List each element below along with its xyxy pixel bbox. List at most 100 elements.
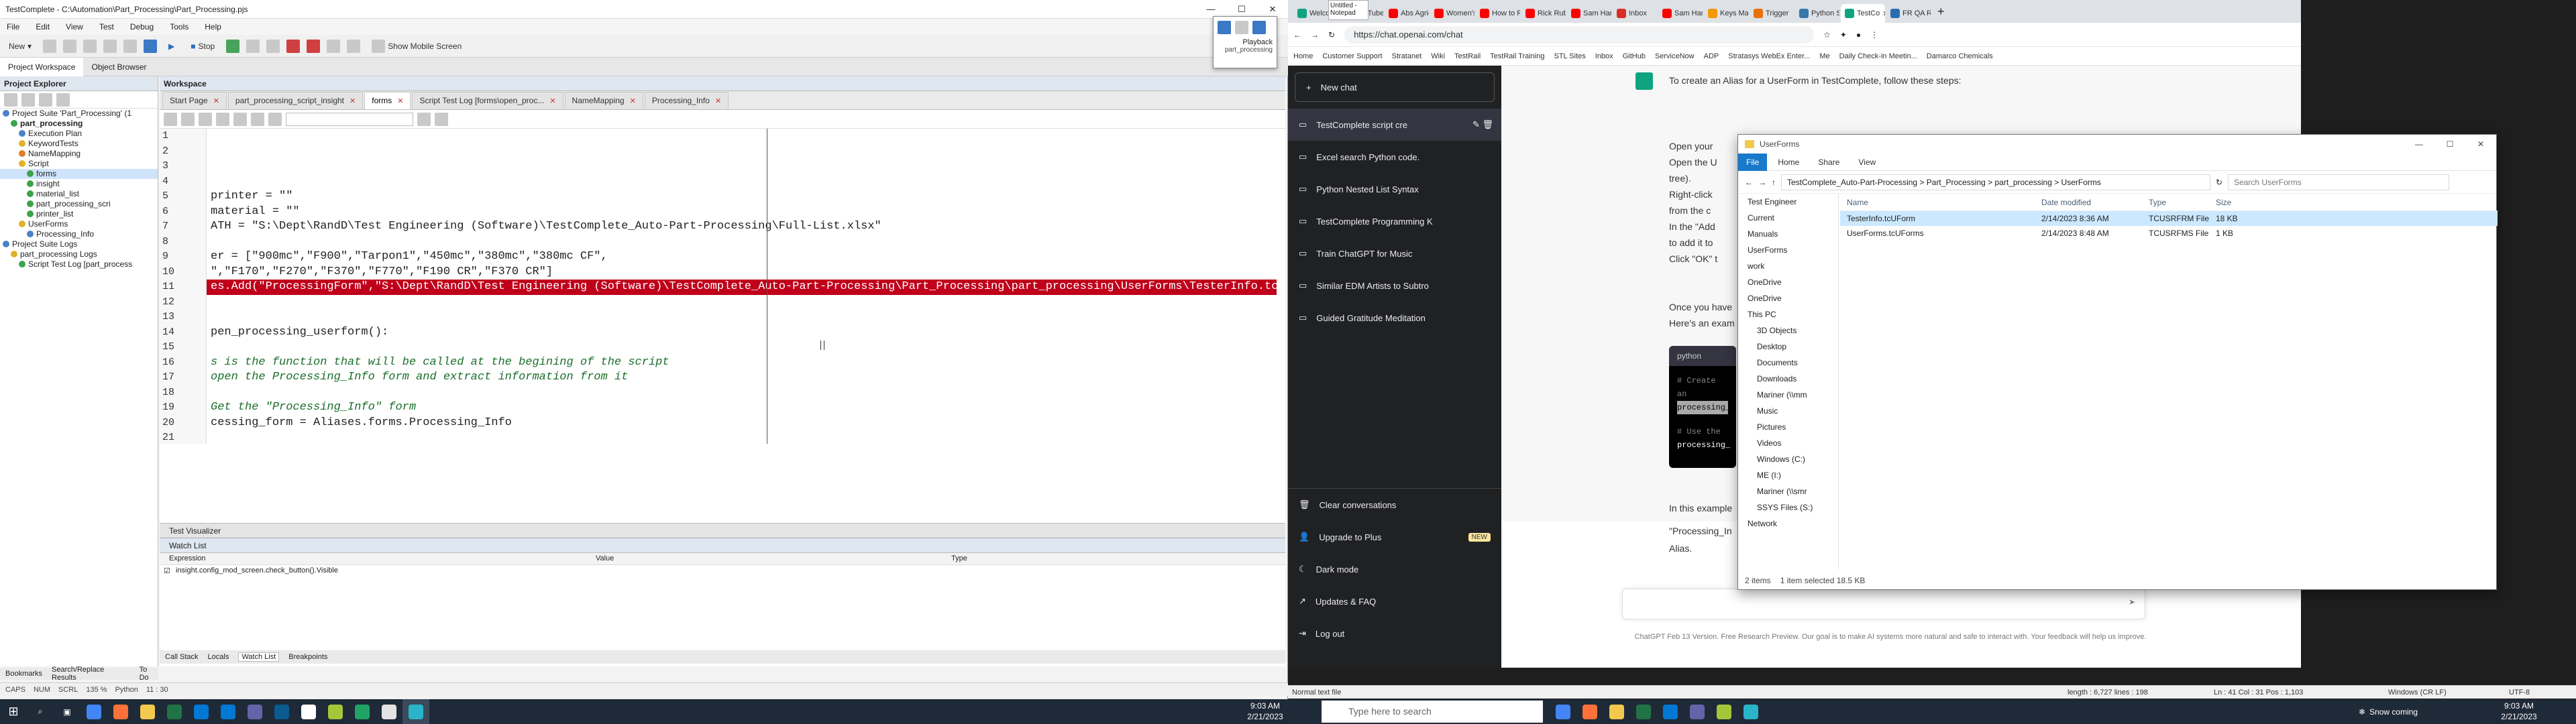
- nav-item[interactable]: Desktop: [1738, 339, 1838, 355]
- chat-history-item[interactable]: ▭ Python Nested List Syntax: [1288, 173, 1501, 205]
- menu-tools[interactable]: Tools: [167, 22, 191, 32]
- start-button[interactable]: ⊞: [0, 699, 27, 724]
- routine-dropdown[interactable]: [286, 112, 413, 126]
- close-tab-icon[interactable]: ✕: [213, 97, 219, 105]
- code-line[interactable]: [207, 385, 211, 401]
- forward-icon[interactable]: [268, 112, 282, 126]
- replace-icon[interactable]: [435, 112, 448, 126]
- tab-watch-list[interactable]: Watch List: [238, 652, 280, 662]
- ribbon-home[interactable]: Home: [1770, 154, 1807, 171]
- maximize-button[interactable]: ☐: [2434, 135, 2465, 154]
- checkpoint-icon[interactable]: [347, 39, 361, 53]
- nav-item[interactable]: 3D Objects: [1738, 322, 1838, 339]
- weather-widget[interactable]: ❄ Snow coming: [2359, 699, 2418, 724]
- menu-help[interactable]: Help: [202, 22, 224, 32]
- nav-item[interactable]: Music: [1738, 403, 1838, 419]
- chat-history-item[interactable]: ▭ Train ChatGPT for Music: [1288, 237, 1501, 269]
- bookmark-item[interactable]: ADP: [1704, 52, 1719, 60]
- col-size[interactable]: Size: [2216, 198, 2231, 207]
- tab-start-page[interactable]: Start Page ✕: [162, 91, 227, 109]
- browser-tab[interactable]: Trigger: [1750, 4, 1794, 23]
- pause-icon[interactable]: [246, 39, 260, 53]
- chat-history-item[interactable]: ▭ Excel search Python code.: [1288, 141, 1501, 173]
- tree-suite[interactable]: Project Suite 'Part_Processing' (1: [0, 109, 158, 119]
- tree-keyword[interactable]: KeywordTests: [0, 139, 158, 149]
- bookmark-item[interactable]: Me: [1819, 52, 1829, 60]
- taskbar-app[interactable]: [188, 699, 215, 724]
- bookmark-item[interactable]: Damarco Chemicals: [1927, 52, 1993, 60]
- send-icon[interactable]: ➤: [2129, 597, 2135, 607]
- indent-icon[interactable]: [164, 112, 177, 126]
- bookmark-item[interactable]: Home: [1293, 52, 1313, 60]
- taskbar-app[interactable]: [268, 699, 295, 724]
- back-icon[interactable]: ←: [1745, 178, 1753, 187]
- menu-test[interactable]: Test: [97, 22, 117, 32]
- nav-item[interactable]: SSYS Files (S:): [1738, 499, 1838, 516]
- tree-script-item[interactable]: insight: [0, 179, 158, 189]
- nav-item[interactable]: ME (I:): [1738, 467, 1838, 483]
- browser-tab[interactable]: How to R: [1476, 4, 1520, 23]
- code-line[interactable]: [207, 310, 211, 325]
- code-line[interactable]: [207, 235, 211, 250]
- task-view-button[interactable]: ▣: [54, 699, 80, 724]
- forward-icon[interactable]: →: [1758, 178, 1766, 187]
- code-line[interactable]: open the Processing_Info form and extrac…: [207, 370, 628, 385]
- chat-history-item[interactable]: ▭ Similar EDM Artists to Subtro: [1288, 269, 1501, 302]
- record-icon[interactable]: [144, 39, 158, 53]
- col-date[interactable]: Date modified: [2041, 198, 2091, 207]
- browser-tab-active[interactable]: TestCo✕: [1841, 4, 1885, 23]
- taskbar-app[interactable]: [80, 699, 107, 724]
- open-icon[interactable]: [43, 39, 57, 53]
- taskbar-app[interactable]: [161, 699, 188, 724]
- code-line[interactable]: cessing_form = Aliases.forms.Processing_…: [207, 416, 512, 431]
- taskbar-app[interactable]: [322, 699, 349, 724]
- close-button[interactable]: ✕: [2465, 135, 2496, 154]
- clock-right[interactable]: 9:03 AM 2/21/2023: [2496, 701, 2542, 723]
- pause-icon[interactable]: [1235, 21, 1248, 34]
- code-editor[interactable]: 1234567891011121314151617181920212223242…: [160, 129, 1285, 444]
- col-name[interactable]: Name: [1847, 198, 1868, 207]
- back-icon[interactable]: [251, 112, 264, 126]
- tree-userforms[interactable]: UserForms: [0, 219, 158, 229]
- tab-script-test-log[interactable]: Script Test Log [forms\open_proc... ✕: [412, 91, 564, 109]
- code-line[interactable]: material = "": [207, 204, 300, 220]
- tree-logs-project[interactable]: part_processing Logs: [0, 249, 158, 259]
- taskbar-app[interactable]: [134, 699, 161, 724]
- dark-mode-button[interactable]: ☾ Dark mode: [1288, 553, 1501, 585]
- logout-button[interactable]: ⇥ Log out: [1288, 617, 1501, 650]
- code-line[interactable]: er = ["900mc","F900","Tarpon1","450mc","…: [207, 249, 608, 265]
- close-tab-icon[interactable]: ✕: [397, 97, 403, 105]
- url-field[interactable]: https://chat.openai.com/chat: [1344, 25, 1815, 44]
- remove-item-icon[interactable]: [21, 93, 35, 107]
- prompt-input[interactable]: ➤: [1622, 589, 2145, 619]
- browser-tab[interactable]: Python Si: [1795, 4, 1839, 23]
- new-chat-button[interactable]: + New chat: [1295, 72, 1495, 102]
- fe-search-field[interactable]: Search UserForms: [2228, 174, 2450, 190]
- menu-edit[interactable]: Edit: [33, 22, 52, 32]
- stop-icon[interactable]: [1252, 21, 1266, 34]
- taskbar-app[interactable]: [1737, 699, 1764, 724]
- find-icon[interactable]: [417, 112, 431, 126]
- nav-item[interactable]: Current: [1738, 210, 1838, 226]
- taskbar-search[interactable]: Type here to search: [1322, 701, 1543, 723]
- nav-item[interactable]: Test Engineer: [1738, 194, 1838, 210]
- col-type[interactable]: Type: [951, 554, 967, 562]
- bookmark-item[interactable]: Stratanet: [1392, 52, 1422, 60]
- nav-item[interactable]: Downloads: [1738, 371, 1838, 387]
- bookmark-item[interactable]: ServiceNow: [1655, 52, 1695, 60]
- updates-faq-link[interactable]: ↗ Updates & FAQ: [1288, 585, 1501, 617]
- taskbar-app[interactable]: [295, 699, 322, 724]
- chat-history-item[interactable]: ▭ Guided Gratitude Meditation: [1288, 302, 1501, 334]
- close-tab-icon[interactable]: ✕: [715, 97, 721, 105]
- stop-button[interactable]: ■ Stop: [186, 38, 219, 54]
- bookmark-item[interactable]: GitHub: [1623, 52, 1646, 60]
- bookmark-item[interactable]: TestRail Training: [1490, 52, 1544, 60]
- minimize-button[interactable]: —: [2404, 135, 2434, 154]
- bookmark-item[interactable]: STL Sites: [1554, 52, 1585, 60]
- taskbar-app[interactable]: [1603, 699, 1630, 724]
- run-button[interactable]: ▶: [164, 38, 179, 54]
- taskbar-app[interactable]: [1550, 699, 1576, 724]
- tab-todo[interactable]: To Do: [140, 666, 158, 682]
- nav-item[interactable]: Windows (C:): [1738, 451, 1838, 467]
- fe-path-field[interactable]: TestComplete_Auto-Part-Processing > Part…: [1781, 174, 2210, 190]
